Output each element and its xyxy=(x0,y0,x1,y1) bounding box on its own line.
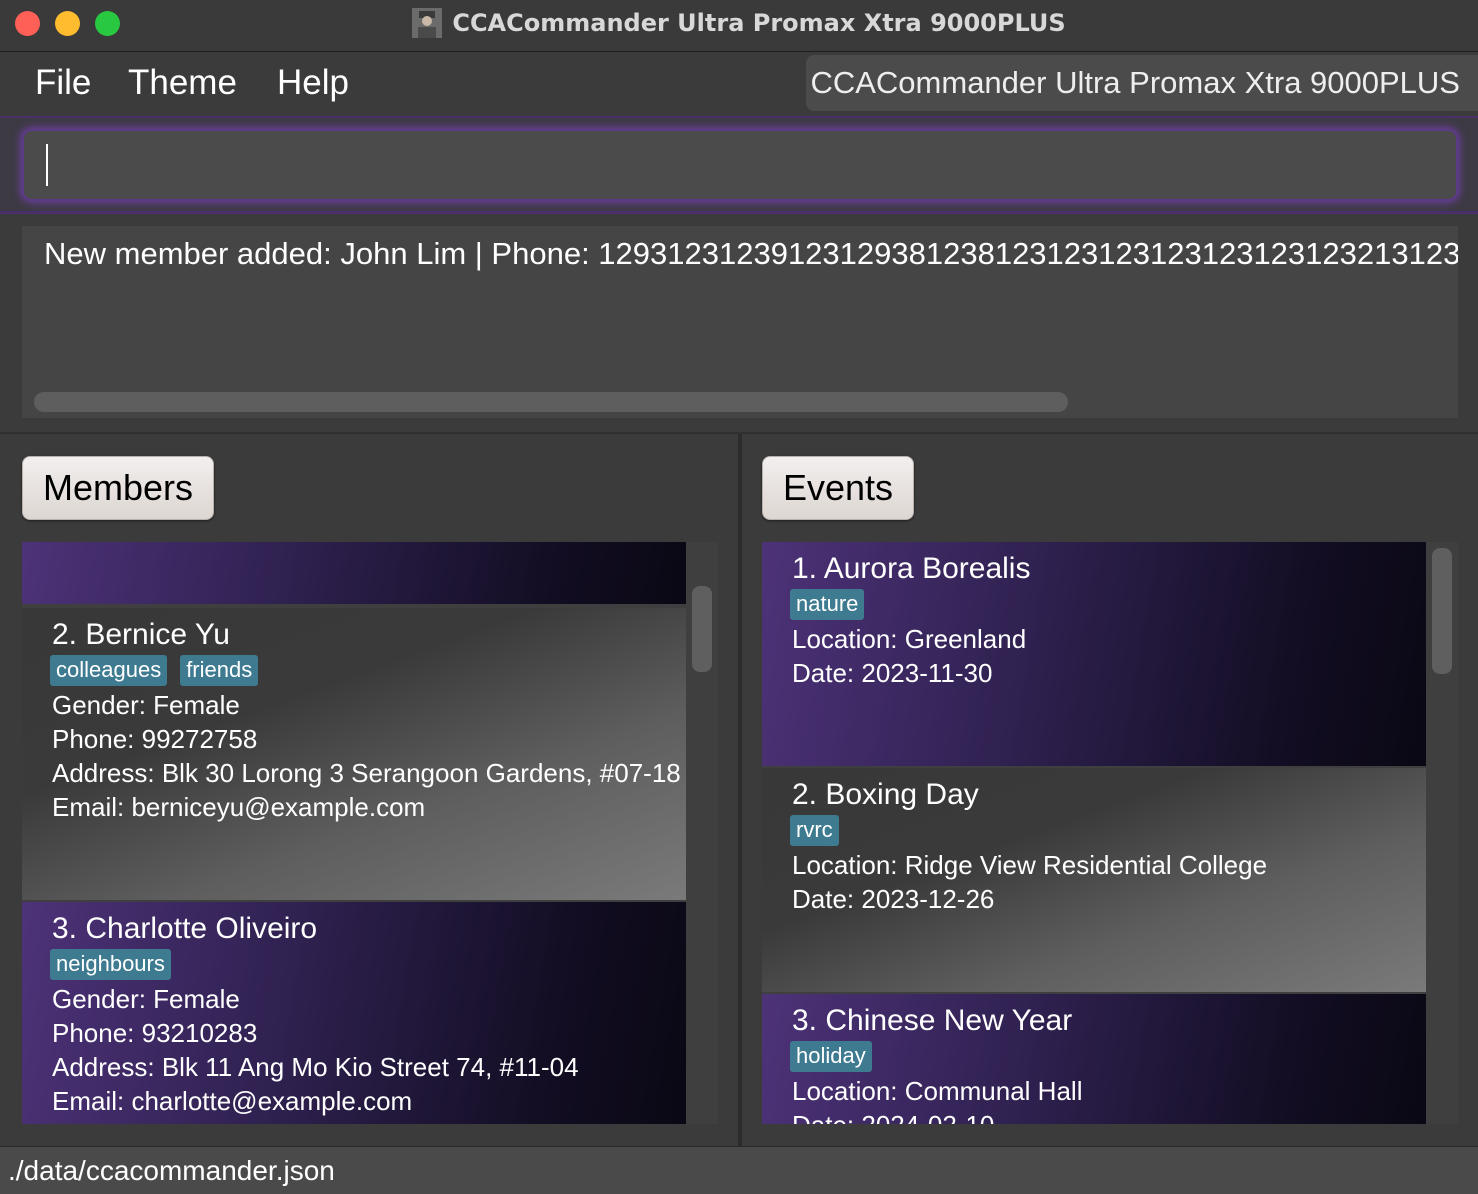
event-name: 2. Boxing Day xyxy=(792,778,979,811)
menu-bar: File Theme Help CCACommander Ultra Proma… xyxy=(0,53,1478,115)
member-list-scrollbar[interactable] xyxy=(688,542,716,1124)
text-caret xyxy=(46,144,48,186)
events-button[interactable]: Events xyxy=(762,456,915,520)
member-address: Address: Blk 30 Lorong 3 Serangoon Garde… xyxy=(52,758,681,788)
status-bar: ./data/ccacommander.json xyxy=(0,1146,1478,1194)
member-name: 2. Bernice Yu xyxy=(52,618,230,651)
event-tags: rvrc xyxy=(790,815,839,846)
event-list: 1. Aurora Borealis nature Location: Gree… xyxy=(762,542,1458,1124)
result-horizontal-scrollbar[interactable] xyxy=(34,392,1068,412)
member-tags: colleagues friends xyxy=(50,655,259,686)
event-name: 3. Chinese New Year xyxy=(792,1004,1073,1037)
member-card-partial[interactable] xyxy=(22,542,686,604)
tag: neighbours xyxy=(50,949,171,980)
result-display: New member added: John Lim | Phone: 1293… xyxy=(22,226,1458,418)
event-list-scrollbar[interactable] xyxy=(1428,542,1456,1124)
title-bar: CCACommander Ultra Promax Xtra 9000PLUS xyxy=(0,0,1478,52)
tag: friends xyxy=(180,655,259,686)
event-card[interactable]: 1. Aurora Borealis nature Location: Gree… xyxy=(762,542,1426,766)
member-gender: Gender: Female xyxy=(52,690,240,720)
member-list: 2. Bernice Yu colleagues friends Gender:… xyxy=(22,542,718,1124)
event-tags: holiday xyxy=(790,1041,872,1072)
event-card[interactable]: 3. Chinese New Year holiday Location: Co… xyxy=(762,994,1426,1124)
menu-theme[interactable]: Theme xyxy=(128,63,237,103)
member-card[interactable]: 3. Charlotte Oliveiro neighbours Gender:… xyxy=(22,902,686,1124)
members-button[interactable]: Members xyxy=(22,456,215,520)
member-list-scroll-thumb[interactable] xyxy=(692,586,712,672)
event-location: Location: Greenland xyxy=(792,624,1027,654)
event-date: Date: 2023-12-26 xyxy=(792,884,995,914)
member-address: Address: Blk 11 Ang Mo Kio Street 74, #1… xyxy=(52,1052,579,1082)
event-tags: nature xyxy=(790,589,865,620)
app-icon xyxy=(412,8,443,38)
tag: colleagues xyxy=(50,655,168,686)
event-date: Date: 2024-02-10 xyxy=(792,1110,994,1124)
tag: nature xyxy=(790,589,865,620)
member-phone: Phone: 99272758 xyxy=(52,724,258,754)
tag: rvrc xyxy=(790,815,839,846)
menu-help[interactable]: Help xyxy=(277,63,349,103)
event-date: Date: 2023-11-30 xyxy=(792,658,993,688)
member-phone: Phone: 93210283 xyxy=(52,1018,258,1048)
member-tags: neighbours xyxy=(50,949,171,980)
member-name: 3. Charlotte Oliveiro xyxy=(52,912,318,945)
split-divider[interactable] xyxy=(738,434,742,1148)
split-pane: Members 2. Bernice Yu colleagues friends… xyxy=(0,432,1478,1148)
member-email: Email: berniceyu@example.com xyxy=(52,792,426,822)
event-list-scroll-thumb[interactable] xyxy=(1432,548,1452,674)
app-title-label: CCACommander Ultra Promax Xtra 9000PLUS xyxy=(806,55,1478,111)
window-title: CCACommander Ultra Promax Xtra 9000PLUS xyxy=(452,9,1066,37)
event-card[interactable]: 2. Boxing Day rvrc Location: Ridge View … xyxy=(762,768,1426,992)
data-file-path: ./data/ccacommander.json xyxy=(8,1155,335,1186)
member-gender: Gender: Female xyxy=(52,984,240,1014)
command-input[interactable] xyxy=(22,129,1458,201)
command-box-container xyxy=(0,116,1478,214)
member-email: Email: charlotte@example.com xyxy=(52,1086,413,1116)
event-location: Location: Communal Hall xyxy=(792,1076,1083,1106)
menu-file[interactable]: File xyxy=(35,63,91,103)
event-location: Location: Ridge View Residential College xyxy=(792,850,1268,880)
tag: holiday xyxy=(790,1041,872,1072)
result-message: New member added: John Lim | Phone: 1293… xyxy=(44,236,1458,271)
event-name: 1. Aurora Borealis xyxy=(792,552,1031,585)
member-card[interactable]: 2. Bernice Yu colleagues friends Gender:… xyxy=(22,608,686,900)
